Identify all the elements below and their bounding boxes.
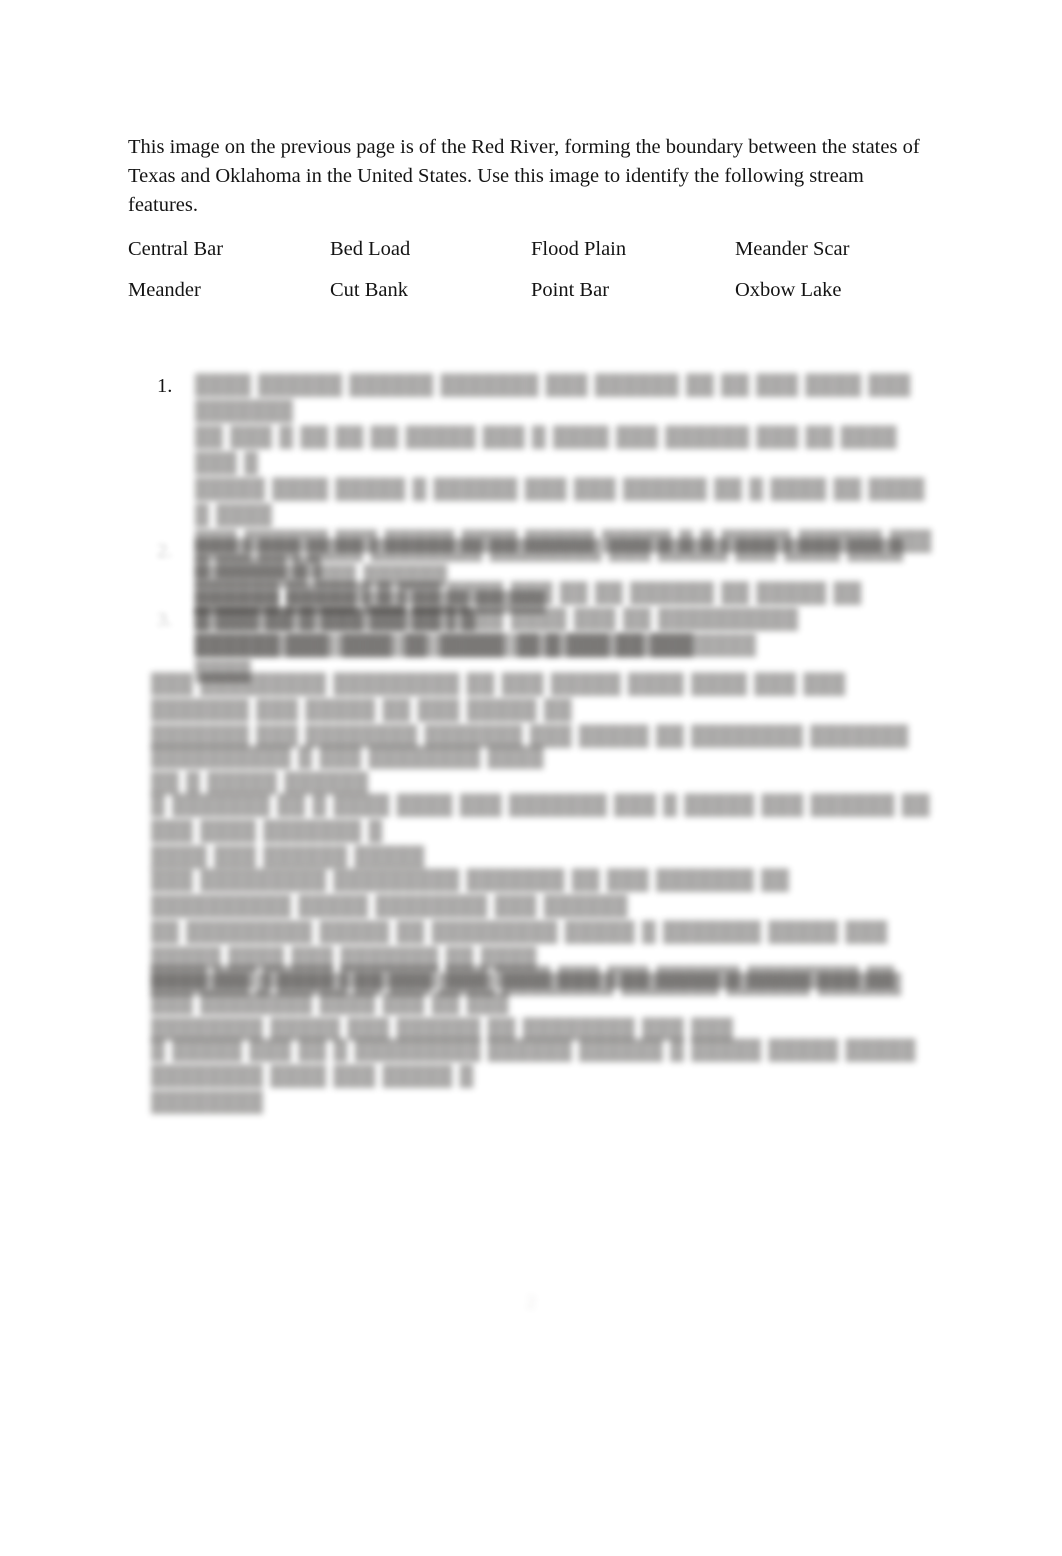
- paragraph-4-redacted-text: ███ █████████ █████████ ███████ ██ ███ █…: [151, 870, 902, 995]
- document-page: This image on the previous page is of th…: [0, 0, 1062, 1556]
- paragraph-1-redacted-text: ███ █████████ █████████ ██ ███ █████ ███…: [151, 674, 909, 747]
- term-central-bar: Central Bar: [128, 238, 224, 260]
- paragraph-2-redacted-text: ██████████ █ ███ ████████ ████ ██ █ ████…: [151, 747, 544, 794]
- term-flood-plain: Flood Plain: [531, 238, 627, 260]
- page-number: 2: [526, 1292, 536, 1313]
- term-cut-bank: Cut Bank: [330, 279, 409, 301]
- stream-feature-term-list: Central Bar Bed Load Flood Plain Meander…: [128, 236, 940, 318]
- paragraph-3-redacted-text: █ ███████ ██ █ ████ ████ ███ ███████ ███…: [151, 795, 930, 868]
- list-marker-2: 2.: [157, 540, 173, 562]
- list-item-3-redacted-text: █ ███ ██████████ ██ ████ ████ ███ ██ ███…: [195, 609, 799, 682]
- list-marker-3: 3.: [157, 609, 173, 631]
- term-bed-load: Bed Load: [330, 238, 411, 260]
- list-item-1-redacted-text: ████ ██████ ██████ ███████ ███ ██████ ██…: [195, 375, 932, 656]
- term-row: Meander Cut Bank Point Bar Oxbow Lake: [128, 277, 940, 318]
- list-item-2-redacted-text: ████ ███ ████ ████████ ████████ ███ ████…: [195, 540, 904, 613]
- intro-paragraph: This image on the previous page is of th…: [128, 136, 920, 216]
- list-marker-1: 1.: [157, 375, 173, 397]
- term-meander: Meander: [128, 279, 201, 301]
- term-point-bar: Point Bar: [531, 279, 610, 301]
- paragraph-5-redacted-text: ████ ███ █████ ███████ ███ ████ ███ ███ …: [151, 967, 895, 1040]
- paragraph-6-redacted-text: █ █████ ███ ██ █ █████████ ██████ ██████…: [151, 1040, 916, 1113]
- term-meander-scar: Meander Scar: [735, 238, 850, 260]
- term-oxbow-lake: Oxbow Lake: [735, 279, 842, 301]
- term-row: Central Bar Bed Load Flood Plain Meander…: [128, 236, 940, 277]
- redacted-body-content: 1. ████ ██████ ██████ ███████ ███ ██████…: [0, 0, 1062, 1556]
